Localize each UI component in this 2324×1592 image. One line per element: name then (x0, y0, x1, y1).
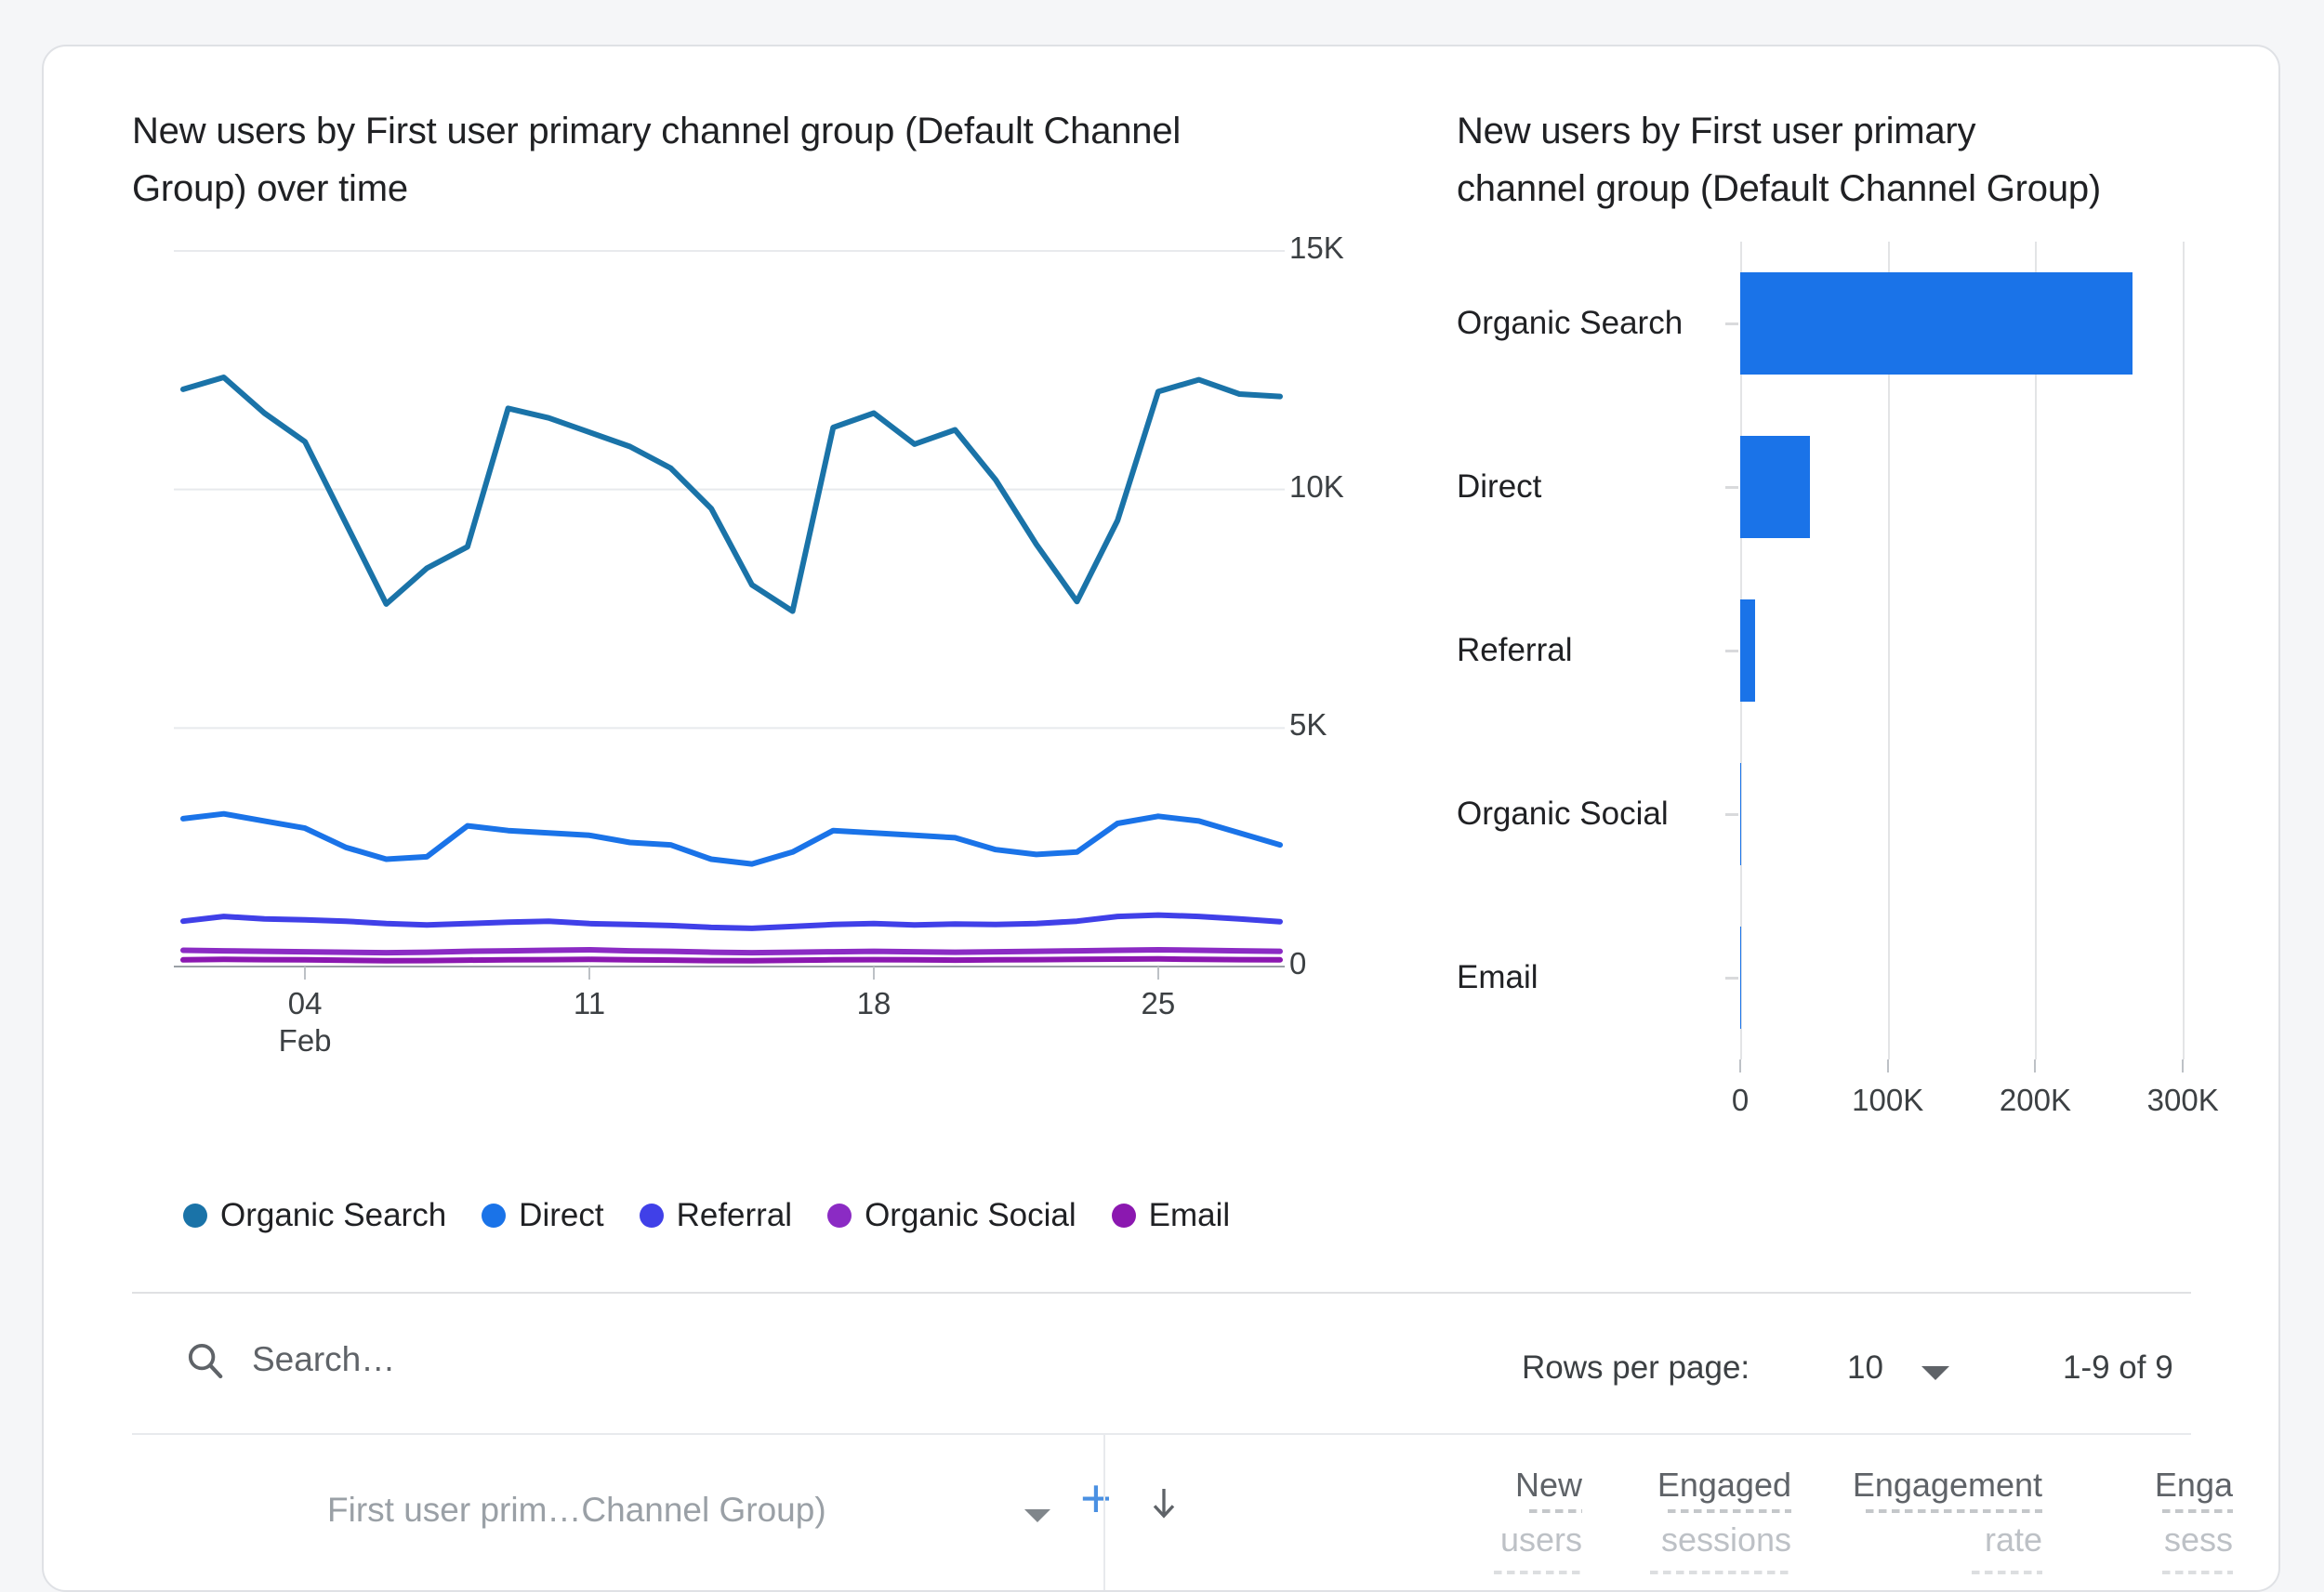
y-axis-tick-label: 10K (1289, 469, 1344, 505)
plus-icon[interactable]: + (1080, 1472, 1112, 1526)
dimension-selector-cell: First user prim…Channel Group) + (132, 1435, 1103, 1592)
bar-chart-category-label: Email (1457, 959, 1538, 996)
bar-chart-category-tick (1725, 486, 1738, 489)
metric-label-line2: sess (2047, 1513, 2233, 1567)
bar-chart-category-label: Organic Social (1457, 796, 1669, 833)
chevron-down-icon[interactable] (1921, 1366, 1949, 1380)
search-placeholder: Search… (252, 1340, 395, 1379)
bar-chart-x-tick-label: 0 (1732, 1083, 1749, 1118)
line-chart-panel: New users by First user primary channel … (132, 102, 1359, 1273)
search-icon (183, 1338, 226, 1381)
legend-color-dot (827, 1204, 852, 1228)
rows-per-page-label: Rows per page: (1522, 1349, 1750, 1387)
metric-column-header[interactable]: Engagement rate (1670, 1465, 2042, 1574)
bar-chart-x-tick-label: 100K (1852, 1083, 1923, 1118)
bar-chart-x-tick (1739, 1059, 1741, 1072)
legend-item-direct[interactable]: Direct (482, 1197, 603, 1234)
bar-chart-gridline (2183, 242, 2185, 1059)
x-axis-tick (588, 967, 590, 980)
x-axis-tick-label: 25 (1093, 985, 1223, 1022)
metric-label-line1: Enga (2047, 1465, 2233, 1506)
x-axis-tick-label: 11 (524, 985, 654, 1022)
table-toolbar: Search… Rows per page: 10 1-9 of 9 (44, 1294, 2278, 1433)
column-separator (1103, 1435, 1105, 1592)
bar-chart-x-tick-label: 300K (2147, 1083, 2219, 1118)
line-series-referral (183, 915, 1280, 928)
legend-label: Referral (677, 1197, 792, 1234)
bar-chart-plot (1740, 242, 2205, 1059)
bar-chart-category-label: Referral (1457, 632, 1572, 669)
y-axis-tick-label: 5K (1289, 707, 1327, 743)
bar-email[interactable] (1740, 927, 1741, 1028)
y-axis-tick-label: 0 (1289, 946, 1306, 981)
line-chart-title: New users by First user primary channel … (132, 102, 1340, 217)
x-axis-tick (873, 967, 875, 980)
rows-per-page-value[interactable]: 10 (1847, 1349, 1883, 1387)
bar-chart-category-tick (1725, 322, 1738, 325)
legend-label: Organic Social (865, 1197, 1076, 1234)
bar-chart-category-tick (1725, 650, 1738, 652)
bar-chart-title: New users by First user primary channel … (1457, 102, 2219, 217)
charts-section: New users by First user primary channel … (44, 46, 2278, 1273)
legend-color-dot (1112, 1204, 1136, 1228)
dimension-selector-label[interactable]: First user prim…Channel Group) (327, 1491, 826, 1530)
table-header-row: First user prim…Channel Group) + Newuser… (44, 1435, 2278, 1592)
legend-color-dot (183, 1204, 207, 1228)
bar-chart-area: Organic Search Direct Referral Organic Soci… (1457, 242, 2238, 1227)
bar-chart-x-tick (2034, 1059, 2036, 1072)
line-chart-area: 0 5K 10K 15K 04 Feb 11 18 25 (132, 214, 1359, 1152)
legend-color-dot (640, 1204, 664, 1228)
metric-label-line2: rate (1670, 1513, 2042, 1567)
chart-legend: Organic Search Direct Referral Organic Soci… (183, 1197, 1265, 1234)
x-axis-tick (1157, 967, 1159, 980)
bar-chart-category-label: Direct (1457, 468, 1541, 506)
line-series-direct (183, 814, 1280, 864)
x-axis-tick-label: 04 Feb (240, 985, 370, 1059)
bar-referral[interactable] (1740, 599, 1755, 701)
legend-color-dot (482, 1204, 506, 1228)
line-chart-svg (132, 214, 1359, 1069)
chevron-down-icon[interactable] (1024, 1509, 1050, 1522)
legend-item-organic-social[interactable]: Organic Social (827, 1197, 1076, 1234)
bar-organic-search[interactable] (1740, 272, 2133, 374)
bar-chart-x-tick-label: 200K (2000, 1083, 2071, 1118)
bar-chart-category-label: Organic Search (1457, 305, 1683, 342)
metric-label-line3: per (2047, 1574, 2233, 1592)
search-field[interactable]: Search… (183, 1338, 395, 1381)
bar-organic-social[interactable] (1740, 763, 1741, 864)
legend-label: Direct (519, 1197, 603, 1234)
line-series-organic-search (183, 377, 1280, 612)
line-series-email (183, 959, 1280, 961)
legend-item-email[interactable]: Email (1112, 1197, 1231, 1234)
bar-chart-panel: New users by First user primary channel … (1457, 102, 2238, 1273)
x-axis-tick (304, 967, 306, 980)
bar-chart-category-tick (1725, 977, 1738, 980)
y-axis-tick-label: 15K (1289, 230, 1344, 266)
bar-chart-x-tick (2182, 1059, 2184, 1072)
legend-item-organic-search[interactable]: Organic Search (183, 1197, 446, 1234)
legend-label: Email (1149, 1197, 1231, 1234)
bar-direct[interactable] (1740, 436, 1810, 537)
metric-column-header[interactable]: Enga sess per (2047, 1465, 2233, 1592)
legend-item-referral[interactable]: Referral (640, 1197, 792, 1234)
report-card: New users by First user primary channel … (42, 45, 2280, 1592)
x-axis-tick-label: 18 (809, 985, 939, 1022)
pagination-range: 1-9 of 9 (2063, 1349, 2173, 1387)
bar-chart-category-tick (1725, 813, 1738, 816)
arrow-down-icon[interactable] (1145, 1480, 1182, 1526)
bar-chart-x-tick (1887, 1059, 1889, 1072)
line-series-organic-social (183, 950, 1280, 953)
metric-underline (1972, 1571, 2042, 1574)
legend-label: Organic Search (220, 1197, 446, 1234)
metric-label-line1: Engagement (1670, 1465, 2042, 1506)
